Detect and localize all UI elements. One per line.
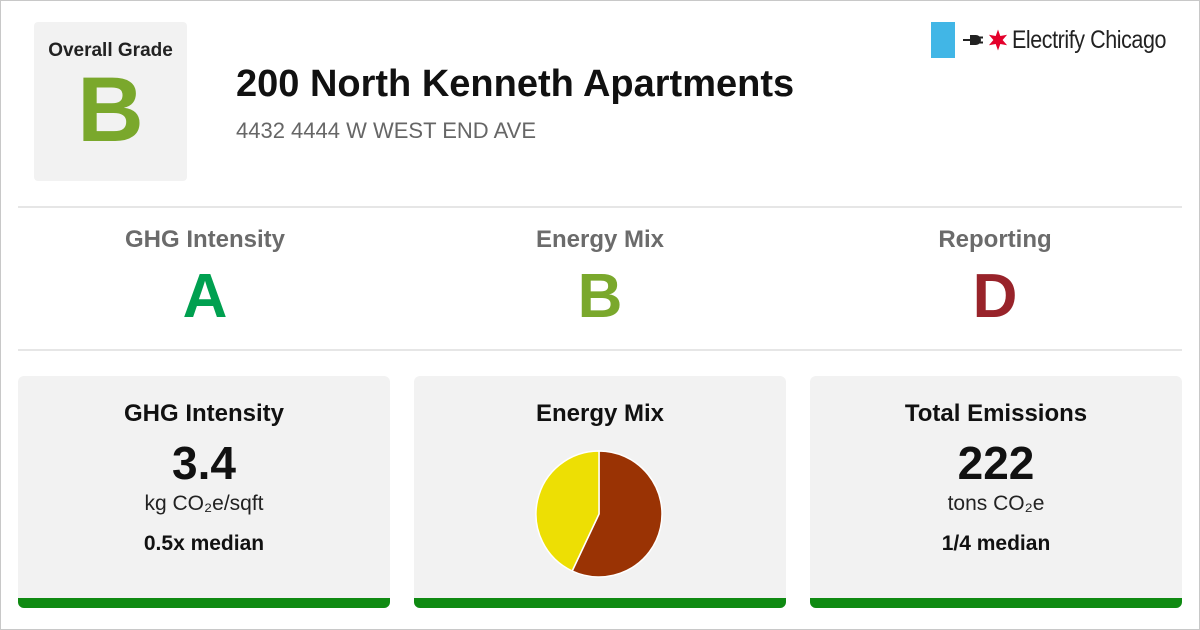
overall-grade-box: Overall Grade B: [34, 22, 187, 181]
energy-mix-card: Energy Mix: [414, 376, 786, 608]
total-emissions-value: 222: [957, 437, 1035, 489]
building-name: 200 North Kenneth Apartments: [236, 63, 795, 105]
ghg-intensity-card: GHG Intensity 3.4 kg CO₂e/sqft 0.5x medi…: [18, 376, 390, 608]
card-title: Total Emissions: [904, 400, 1088, 427]
brand-name: Electrify Chicago: [1012, 25, 1167, 54]
subgrade-energy-mix: Energy Mix B: [413, 210, 787, 348]
plug-icon: [963, 35, 983, 45]
total-emissions-median-compare: 1/4 median: [941, 532, 1051, 555]
subgrade-label: Reporting: [938, 226, 1052, 253]
subgrade-letter: A: [182, 262, 228, 331]
status-bar: [810, 598, 1182, 608]
building-address: 4432 4444 W WEST END AVE: [236, 118, 536, 143]
chicago-star-icon: [988, 29, 1008, 51]
brand-logo[interactable]: Electrify Chicago: [931, 22, 1191, 58]
total-emissions-card: Total Emissions 222 tons CO₂e 1/4 median: [810, 376, 1182, 608]
pie-chart-svg: [535, 450, 663, 578]
overall-grade-letter: B: [77, 59, 144, 161]
subgrade-ghg-intensity: GHG Intensity A: [18, 210, 392, 348]
ghg-intensity-value: 3.4: [172, 437, 236, 489]
ghg-intensity-median-compare: 0.5x median: [143, 532, 265, 555]
divider: [18, 206, 1182, 208]
total-emissions-unit: tons CO₂e: [947, 492, 1045, 515]
ghg-intensity-unit: kg CO₂e/sqft: [144, 492, 264, 515]
card-title: GHG Intensity: [123, 400, 285, 427]
subgrade-reporting: Reporting D: [808, 210, 1182, 348]
card-title: Energy Mix: [535, 400, 665, 427]
subgrades-row: GHG Intensity A Energy Mix B Reporting D: [18, 210, 1182, 348]
chicago-flag-bar: [931, 22, 955, 58]
divider: [18, 349, 1182, 351]
subgrade-label: Energy Mix: [535, 226, 665, 253]
subgrade-letter: B: [577, 262, 623, 331]
subgrade-label: GHG Intensity: [124, 226, 286, 253]
energy-mix-pie-chart: [534, 449, 664, 579]
subgrade-letter: D: [972, 262, 1018, 331]
status-bar: [414, 598, 786, 608]
status-bar: [18, 598, 390, 608]
